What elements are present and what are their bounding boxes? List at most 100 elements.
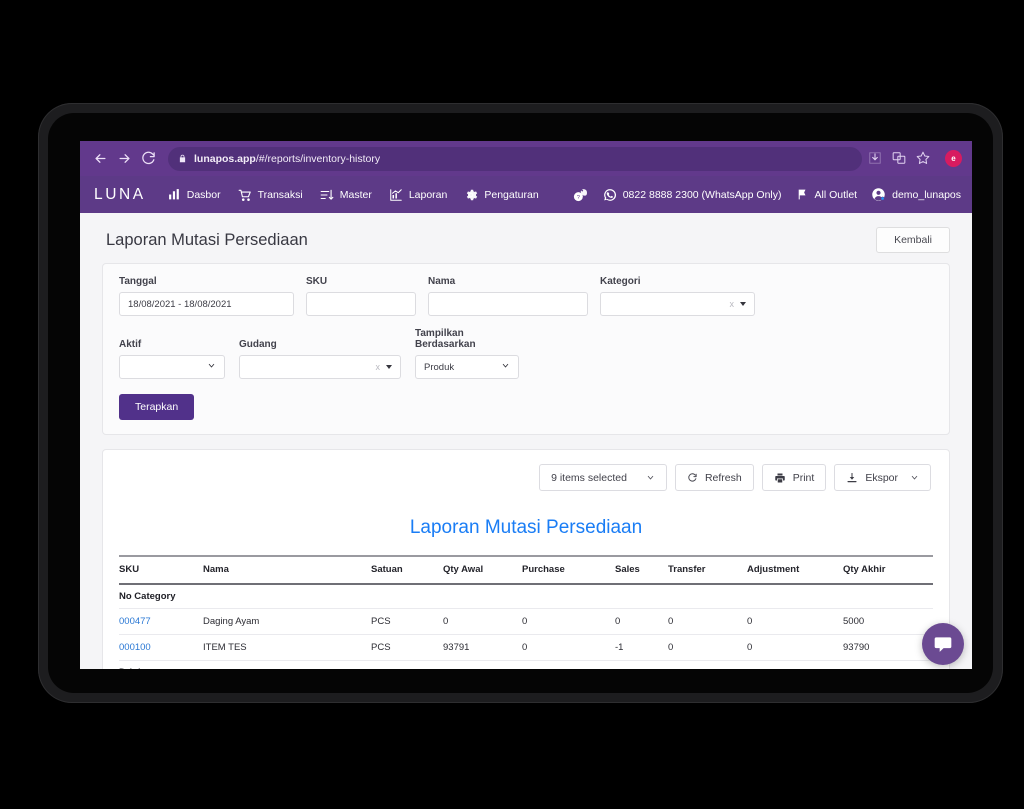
whatsapp-contact[interactable]: 0822 8888 2300 (WhatsApp Only)	[603, 188, 782, 202]
export-label: Ekspor	[865, 471, 898, 484]
reload-button[interactable]	[136, 147, 160, 171]
items-selected-dropdown[interactable]: 9 items selected	[539, 464, 667, 491]
table-category-row: Drink	[119, 660, 933, 669]
nav-item-label: Dasbor	[186, 188, 221, 201]
cell-purchase: 0	[522, 634, 615, 661]
outlet-label: All Outlet	[814, 188, 858, 201]
nav-item-dasbor[interactable]: Dasbor	[168, 188, 221, 201]
cell-sales: -1	[615, 634, 668, 661]
column-header-sales: Sales	[615, 555, 668, 585]
table-header: SKU Nama Satuan Qty Awal Purchase Sales …	[119, 555, 933, 585]
cell-transfer: 0	[668, 608, 747, 635]
column-header-transfer: Transfer	[668, 555, 747, 585]
translate-icon[interactable]	[892, 151, 907, 166]
page-title: Laporan Mutasi Persediaan	[106, 230, 308, 249]
filter-label: Tampilkan Berdasarkan	[415, 328, 476, 350]
back-button-kembali[interactable]: Kembali	[876, 227, 950, 253]
tampilkan-select[interactable]: Produk	[415, 355, 519, 379]
filter-label: Nama	[428, 276, 456, 287]
nav-item-transaksi[interactable]: Transaksi	[238, 188, 303, 202]
nav-item-pengaturan[interactable]: Pengaturan	[464, 188, 539, 202]
nav-item-master[interactable]: Master	[320, 188, 372, 202]
column-header-adjustment: Adjustment	[747, 555, 843, 585]
print-button[interactable]: Print	[761, 464, 827, 491]
filter-kategori: Kategori x	[600, 276, 755, 316]
filter-label: Kategori	[600, 276, 641, 287]
address-bar[interactable]: lunapos.app/#/reports/inventory-history	[168, 146, 862, 171]
browser-toolbar: lunapos.app/#/reports/inventory-history …	[80, 141, 972, 176]
filter-panel: Tanggal 18/08/2021 - 18/08/2021 SKU Nama	[102, 263, 950, 435]
page-header: Laporan Mutasi Persediaan Kembali	[80, 213, 972, 263]
whatsapp-icon	[603, 188, 617, 202]
filter-label: SKU	[306, 276, 328, 287]
cell-sales: 0	[615, 608, 668, 635]
nama-input[interactable]	[428, 292, 588, 316]
nav-item-label: Laporan	[408, 188, 448, 201]
lock-icon	[178, 150, 187, 168]
table-header-row: SKU Nama Satuan Qty Awal Purchase Sales …	[119, 555, 933, 585]
help-button[interactable]: ?	[572, 186, 589, 203]
gudang-select[interactable]: x	[239, 355, 401, 379]
user-avatar-icon	[871, 187, 886, 202]
table-row[interactable]: 000100 ITEM TES PCS 93791 0 -1 0 0 93790	[119, 634, 933, 661]
sku-link[interactable]: 000477	[119, 616, 151, 627]
filter-nama: Nama	[428, 276, 588, 316]
cell-adjustment: 0	[747, 608, 843, 635]
url-host: lunapos.app	[194, 152, 256, 165]
star-icon[interactable]	[916, 151, 931, 166]
report-chart-icon	[389, 188, 403, 202]
refresh-label: Refresh	[704, 471, 742, 484]
clear-icon[interactable]: x	[376, 362, 381, 372]
chevron-down-icon	[646, 473, 655, 482]
table-row[interactable]: 000477 Daging Ayam PCS 0 0 0 0 0 5000	[119, 608, 933, 635]
print-label: Print	[792, 471, 815, 484]
refresh-icon	[687, 472, 698, 483]
filter-tampilkan: Tampilkan Berdasarkan Produk	[415, 328, 519, 379]
filter-aktif: Aktif	[119, 339, 225, 379]
sku-input[interactable]	[306, 292, 416, 316]
back-button[interactable]	[88, 147, 112, 171]
kategori-select[interactable]: x	[600, 292, 755, 316]
svg-text:?: ?	[577, 195, 580, 201]
download-icon[interactable]	[868, 151, 883, 166]
sku-link[interactable]: 000100	[119, 642, 151, 653]
chevron-down-icon	[501, 361, 510, 373]
user-menu[interactable]: demo_lunapos	[871, 187, 961, 202]
tampilkan-value: Produk	[424, 361, 455, 373]
column-header-purchase: Purchase	[522, 555, 615, 585]
chevron-down-icon	[740, 302, 746, 306]
date-range-value: 18/08/2021 - 18/08/2021	[128, 298, 232, 310]
browser-action-icons: e	[868, 150, 964, 167]
flag-icon	[796, 188, 809, 201]
chat-widget-button[interactable]	[922, 623, 964, 665]
column-header-qty-akhir: Qty Akhir	[843, 555, 933, 585]
filter-label: Aktif	[119, 339, 142, 350]
cell-qty-awal: 93791	[443, 634, 522, 661]
refresh-button[interactable]: Refresh	[674, 464, 754, 491]
forward-button[interactable]	[112, 147, 136, 171]
clear-icon[interactable]: x	[730, 299, 735, 309]
items-selected-label: 9 items selected	[551, 471, 627, 484]
outlet-selector[interactable]: All Outlet	[796, 188, 858, 201]
inventory-history-table: SKU Nama Satuan Qty Awal Purchase Sales …	[119, 555, 933, 669]
column-header-qty-awal: Qty Awal	[443, 555, 522, 585]
filter-row-1: Tanggal 18/08/2021 - 18/08/2021 SKU Nama	[119, 276, 933, 316]
nav-item-laporan[interactable]: Laporan	[389, 188, 448, 202]
report-title: Laporan Mutasi Persediaan	[409, 517, 643, 538]
whatsapp-label: 0822 8888 2300 (WhatsApp Only)	[622, 188, 782, 201]
date-range-input[interactable]: 18/08/2021 - 18/08/2021	[119, 292, 294, 316]
cell-satuan: PCS	[371, 608, 443, 635]
luna-logo[interactable]: LUNA	[94, 186, 146, 204]
report-toolbar: 9 items selected Refresh Print Ekspor	[119, 464, 933, 491]
cell-nama: ITEM TES	[203, 634, 371, 661]
cell-sku: 000477	[119, 608, 203, 635]
apply-button[interactable]: Terapkan	[119, 394, 195, 420]
download-tray-icon	[846, 472, 858, 484]
aktif-select[interactable]	[119, 355, 225, 379]
export-button[interactable]: Ekspor	[834, 464, 931, 491]
user-label: demo_lunapos	[892, 188, 961, 201]
browser-profile-avatar[interactable]: e	[945, 150, 962, 167]
nav-item-label: Master	[339, 188, 372, 201]
app-navbar: LUNA Dasbor Transaksi Master Laporan Pen…	[80, 176, 972, 213]
cell-satuan: PCS	[371, 634, 443, 661]
